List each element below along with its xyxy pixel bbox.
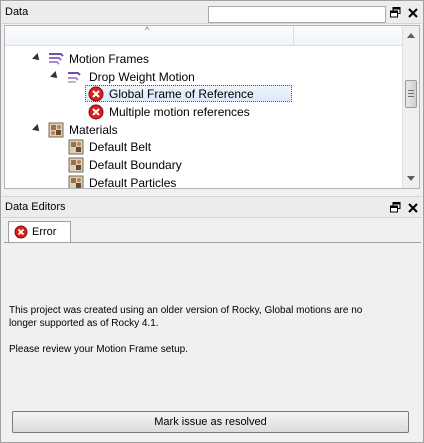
tree-item-default-belt[interactable]: Default Belt — [5, 138, 403, 156]
close-icon[interactable] — [405, 199, 420, 216]
expand-arrow-icon[interactable] — [32, 53, 42, 63]
error-icon — [14, 225, 28, 239]
expand-arrow-icon[interactable] — [32, 124, 42, 134]
scroll-up-icon[interactable] — [407, 33, 415, 38]
material-icon — [68, 139, 84, 155]
tree-item-label: Default Particles — [89, 176, 177, 189]
tab-error[interactable]: Error — [8, 221, 71, 243]
close-icon[interactable] — [405, 4, 420, 21]
expand-arrow-icon[interactable] — [50, 71, 60, 81]
data-tree[interactable]: ^ Motion Frames Drop Weight Motion Globa… — [4, 25, 420, 189]
tree-column-header[interactable]: ^ — [5, 26, 403, 46]
scroll-thumb[interactable] — [405, 80, 417, 108]
window-frame: Data ^ Motion Frames Drop Weight Motion … — [0, 0, 424, 443]
float-window-icon[interactable] — [388, 199, 403, 216]
tree-item-label: Default Belt — [89, 140, 152, 154]
scroll-down-icon[interactable] — [407, 176, 415, 181]
tree-item-label: Motion Frames — [69, 52, 150, 66]
data-panel-controls — [388, 4, 420, 22]
search-input[interactable] — [208, 6, 386, 23]
data-panel-header: Data — [2, 2, 422, 24]
error-icon — [88, 104, 104, 120]
tree-scrollbar[interactable] — [402, 26, 419, 188]
float-window-icon[interactable] — [388, 4, 403, 21]
error-editor-body: This project was created using an older … — [4, 242, 421, 441]
sort-arrow-icon: ^ — [145, 25, 150, 35]
tree-item-default-particles[interactable]: Default Particles — [5, 174, 403, 189]
tree-item-multiple-motion-references[interactable]: Multiple motion references — [5, 103, 403, 121]
material-icon — [68, 175, 84, 188]
tree-item-label: Default Boundary — [89, 158, 182, 172]
tab-error-label: Error — [32, 226, 57, 238]
tree-item-materials[interactable]: Materials — [5, 121, 403, 139]
error-message-line: longer supported as of Rocky 4.1. — [9, 318, 159, 329]
data-panel-title: Data — [5, 6, 29, 18]
editors-panel-header: Data Editors — [2, 196, 422, 218]
error-message-line: This project was created using an older … — [9, 305, 363, 316]
mark-issue-resolved-button[interactable]: Mark issue as resolved — [12, 411, 409, 433]
error-message-hint: Please review your Motion Frame setup. — [9, 344, 188, 355]
column-divider[interactable] — [293, 26, 294, 46]
material-icon — [68, 157, 84, 173]
tree-item-default-boundary[interactable]: Default Boundary — [5, 156, 403, 174]
tree-item-label: Multiple motion references — [109, 105, 250, 119]
tree-item-label: Materials — [69, 123, 118, 137]
motion-frame-icon — [66, 69, 82, 85]
editors-panel-title: Data Editors — [5, 201, 66, 213]
error-icon — [88, 86, 104, 102]
tree-item-global-frame-of-reference[interactable]: Global Frame of Reference — [5, 85, 403, 103]
tree-item-label: Drop Weight Motion — [89, 70, 195, 84]
tree-item-label: Global Frame of Reference — [109, 87, 254, 101]
tree-item-motion-frames[interactable]: Motion Frames — [5, 50, 403, 68]
materials-icon — [48, 122, 64, 138]
motion-frames-icon — [48, 51, 64, 67]
editors-panel-controls — [388, 199, 420, 217]
tree-item-drop-weight-motion[interactable]: Drop Weight Motion — [5, 68, 403, 86]
